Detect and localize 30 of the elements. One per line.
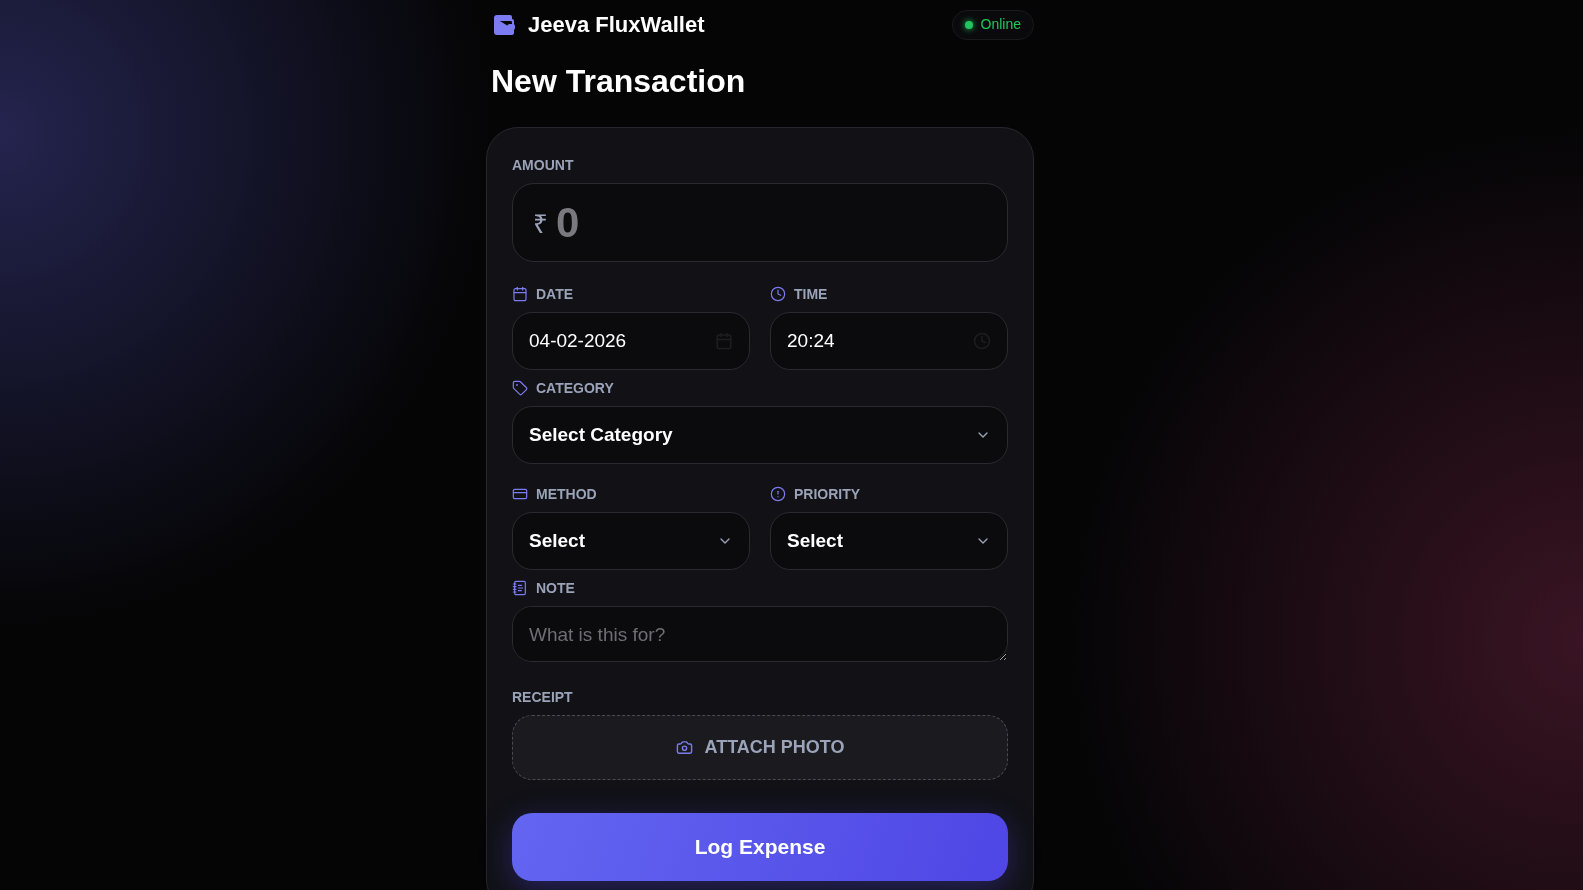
select-dropdown[interactable]: Select [770,512,1008,570]
alert-icon [770,486,786,502]
wallet-icon [492,12,516,37]
log-expense-button[interactable]: Log Expense [512,813,1008,881]
app-name: Jeeva FluxWallet [528,11,705,39]
field-label: TIME [794,287,828,301]
amount-field[interactable]: ₹ 0 [512,183,1008,262]
field-label: AMOUNT [512,158,575,172]
page-title: New Transaction [490,62,747,101]
calendar-icon [512,286,528,302]
tag-icon [512,380,528,396]
card-icon [512,486,528,502]
field-label: NOTE [536,581,575,595]
field-label: METHOD [536,487,597,501]
field-label: RECEIPT [512,690,574,704]
clock-icon [770,286,786,302]
select-dropdown[interactable]: Select [512,512,750,570]
currency-symbol: ₹ [533,208,548,241]
select-dropdown[interactable]: Select Category [512,406,1008,464]
status-label: Online [980,15,1021,34]
attach-photo-button[interactable]: ATTACH PHOTO [512,715,1008,780]
notebook-icon [512,580,528,596]
field-label: PRIORITY [794,487,861,501]
date-field[interactable]: 04-02-2026 [512,312,750,370]
amount-placeholder: 0 [556,198,580,248]
field-label: CATEGORY [536,381,614,395]
camera-icon [675,739,693,756]
note-field[interactable]: What is this for? [512,606,1008,662]
time-field[interactable]: 20:24 [770,312,1008,370]
field-label: DATE [536,287,574,301]
